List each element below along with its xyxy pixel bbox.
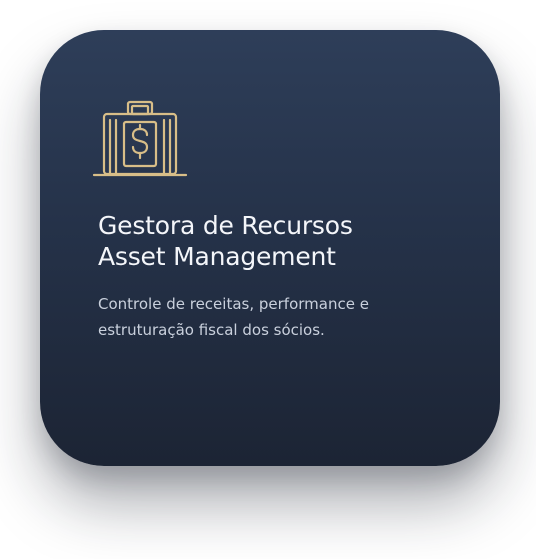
service-card[interactable]: Gestora de Recursos Asset Management Con… (40, 30, 500, 466)
briefcase-dollar-icon (92, 100, 188, 180)
card-description-line-1: Controle de receitas, performance e (98, 295, 369, 313)
card-title: Gestora de Recursos Asset Management (98, 210, 353, 272)
card-title-line-2: Asset Management (98, 242, 336, 271)
card-description-line-2: estruturação fiscal dos sócios. (98, 321, 325, 339)
card-description: Controle de receitas, performance e estr… (98, 291, 478, 343)
card-title-line-1: Gestora de Recursos (98, 211, 353, 240)
